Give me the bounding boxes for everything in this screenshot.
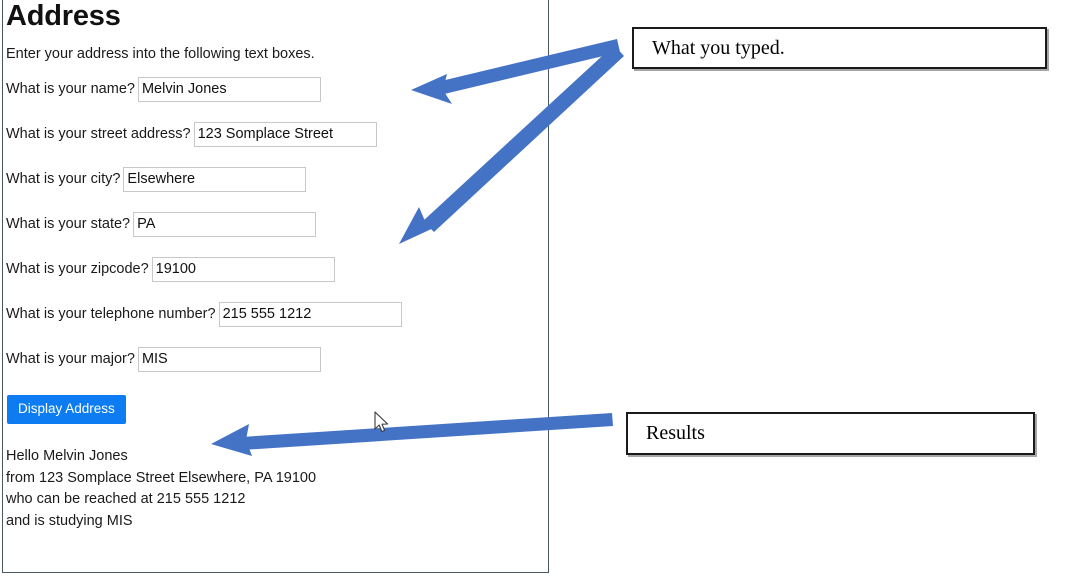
results-output: Hello Melvin Jones from 123 Somplace Str… [6, 446, 548, 532]
mouse-pointer-icon [374, 411, 389, 433]
state-input[interactable] [133, 211, 317, 237]
label-major: What is your major? [6, 350, 135, 367]
callout-what-you-typed: What you typed. [632, 27, 1047, 69]
zipcode-input[interactable] [151, 256, 335, 282]
page-intro-text: Enter your address into the following te… [6, 46, 315, 62]
callout-results: Results [626, 412, 1035, 455]
results-line-greeting: Hello Melvin Jones [6, 448, 128, 464]
form-row-zipcode: What is your zipcode? [6, 256, 548, 282]
major-input[interactable] [137, 346, 321, 372]
form-row-major: What is your major? [6, 346, 548, 372]
callout-what-you-typed-label: What you typed. [652, 36, 785, 59]
street-address-input[interactable] [193, 121, 377, 147]
web-page-content: Address Enter your address into the foll… [3, 1, 548, 573]
results-line-major: and is studying MIS [6, 512, 133, 529]
label-city: What is your city? [6, 170, 121, 187]
label-telephone: What is your telephone number? [6, 305, 216, 322]
form-row-telephone: What is your telephone number? [6, 301, 548, 327]
results-line-address: from 123 Somplace Street Elsewhere, PA 1… [6, 469, 317, 486]
form-row-name: What is your name? [6, 76, 548, 102]
results-line-phone: who can be reached at 215 555 1212 [6, 491, 246, 507]
browser-content-panel: Address Enter your address into the foll… [2, 0, 549, 573]
label-street-address: What is your street address? [6, 125, 191, 142]
city-input[interactable] [123, 166, 307, 192]
page-title: Address [6, 0, 121, 32]
label-name: What is your name? [6, 80, 135, 97]
callout-results-label: Results [646, 422, 705, 444]
form-row-street-address: What is your street address? [6, 121, 548, 147]
telephone-input[interactable] [218, 301, 402, 327]
name-input[interactable] [137, 76, 321, 102]
display-address-button[interactable]: Display Address [7, 395, 126, 424]
form-row-city: What is your city? [6, 166, 548, 192]
label-zipcode: What is your zipcode? [6, 260, 149, 277]
address-form: What is your name? What is your street a… [6, 76, 548, 372]
label-state: What is your state? [6, 215, 131, 232]
form-row-state: What is your state? [6, 211, 548, 237]
